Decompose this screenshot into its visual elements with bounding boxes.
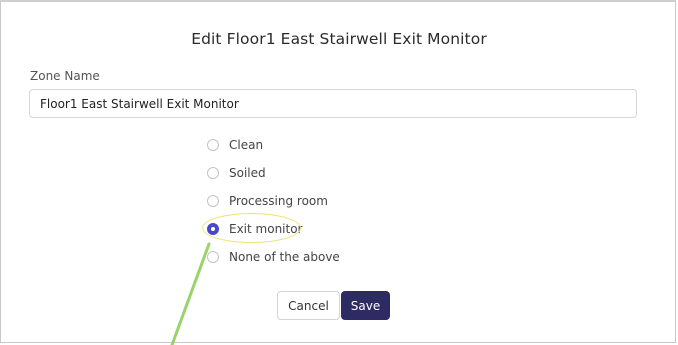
zone-name-input[interactable] (29, 89, 637, 118)
radio-label-soiled: Soiled (229, 166, 266, 180)
radio-button-none-of-the-above[interactable] (207, 251, 219, 263)
radio-option-processing-room[interactable]: Processing room (207, 193, 328, 209)
cancel-button[interactable]: Cancel (277, 291, 340, 320)
radio-button-exit-monitor[interactable] (207, 223, 219, 235)
radio-option-exit-monitor[interactable]: Exit monitor (207, 221, 303, 237)
radio-option-soiled[interactable]: Soiled (207, 165, 266, 181)
radio-label-none-of-the-above: None of the above (229, 250, 340, 264)
modal-title: Edit Floor1 East Stairwell Exit Monitor (191, 30, 487, 48)
radio-button-processing-room[interactable] (207, 195, 219, 207)
zone-name-label: Zone Name (30, 69, 100, 83)
radio-button-soiled[interactable] (207, 167, 219, 179)
radio-option-clean[interactable]: Clean (207, 137, 263, 153)
radio-label-clean: Clean (229, 138, 264, 152)
radio-option-none-of-the-above[interactable]: None of the above (207, 249, 340, 265)
radio-label-processing-room: Processing room (229, 194, 328, 208)
save-button[interactable]: Save (341, 291, 390, 320)
radio-button-clean[interactable] (207, 139, 219, 151)
radio-label-exit-monitor: Exit monitor (229, 222, 303, 236)
